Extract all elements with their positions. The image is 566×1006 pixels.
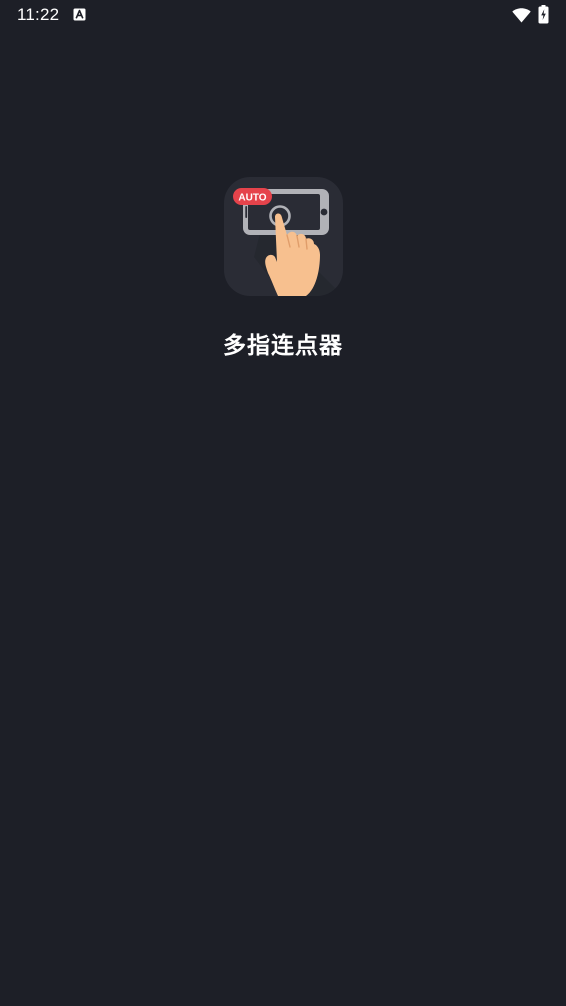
auto-clicker-app-icon: AUTO xyxy=(224,177,343,296)
splash-screen: AUTO 多指连点器 xyxy=(0,0,566,1006)
app-name: 多指连点器 xyxy=(223,333,343,359)
auto-badge-label: AUTO xyxy=(238,193,266,204)
